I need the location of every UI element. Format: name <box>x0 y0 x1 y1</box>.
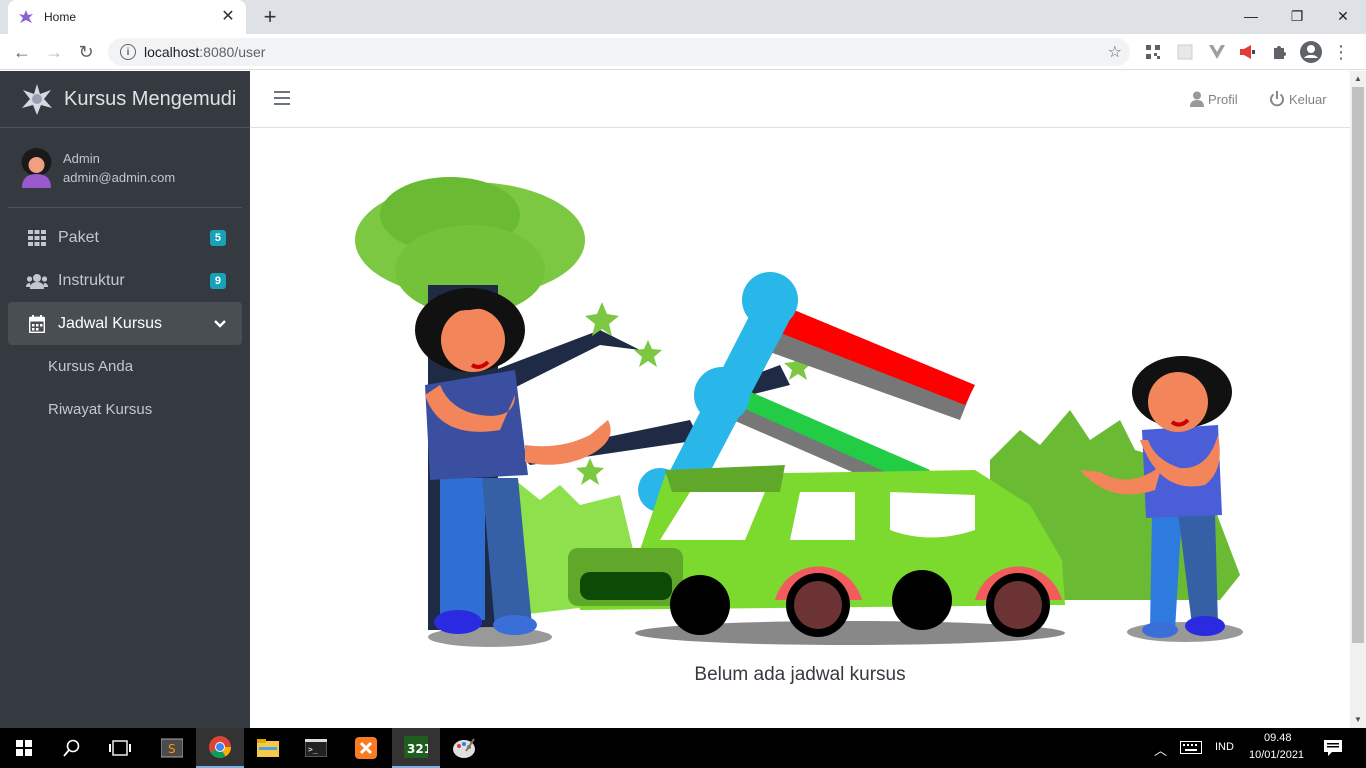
browser-tab-home[interactable]: Home ✕ <box>8 0 246 34</box>
show-hidden-icons-icon[interactable]: ︿ <box>1154 740 1167 759</box>
site-info-icon[interactable]: i <box>120 44 136 60</box>
page-scrollbar[interactable]: ▲ ▼ <box>1350 71 1366 728</box>
file-explorer-icon[interactable] <box>244 728 292 768</box>
user-icon <box>1190 91 1204 107</box>
profile-avatar-icon[interactable] <box>1300 41 1322 63</box>
new-tab-button[interactable]: + <box>258 4 282 30</box>
back-button[interactable]: ← <box>10 40 34 64</box>
sidebar-item-instruktur[interactable]: Instruktur 9 <box>8 259 242 302</box>
language-indicator[interactable]: IND <box>1215 741 1234 753</box>
vue-devtools-icon[interactable] <box>1206 41 1228 63</box>
sidebar: Kursus Mengemudi Admin admin@admin.com P… <box>0 71 250 728</box>
bookmark-star-icon[interactable]: ☆ <box>1108 42 1122 62</box>
chevron-down-icon <box>214 317 226 331</box>
profile-link[interactable]: Profil <box>1190 91 1238 107</box>
terminal-icon[interactable]: >_ <box>292 728 340 768</box>
top-navbar: Profil Keluar <box>250 71 1350 128</box>
maximize-button[interactable]: ❐ <box>1274 0 1320 32</box>
close-window-button[interactable]: ✕ <box>1320 0 1366 32</box>
tab-close-icon[interactable]: ✕ <box>220 9 236 25</box>
instruktur-count-badge: 9 <box>209 272 226 289</box>
sidebar-item-label: Instruktur <box>58 271 125 289</box>
scrollbar-thumb[interactable] <box>1352 87 1364 643</box>
menu-toggle-icon[interactable] <box>274 91 290 105</box>
url-host: localhost <box>144 44 200 60</box>
sidebar-item-label: Jadwal Kursus <box>58 314 163 332</box>
url-path: :8080/user <box>199 44 266 60</box>
brand-title: Kursus Mengemudi <box>64 87 237 110</box>
profile-label: Profil <box>1208 91 1238 107</box>
brand-link[interactable]: Kursus Mengemudi <box>0 71 250 128</box>
tab-title: Home <box>44 10 77 24</box>
windows-start-icon[interactable] <box>0 728 48 768</box>
task-view-icon[interactable] <box>96 728 144 768</box>
clock-date[interactable]: 10/01/2021 <box>1249 749 1304 761</box>
forward-button[interactable]: → <box>42 40 66 64</box>
empty-schedule-illustration <box>355 177 1243 647</box>
sidebar-item-paket[interactable]: Paket 5 <box>8 216 242 259</box>
sublime-text-icon[interactable]: S <box>148 728 196 768</box>
sidebar-subitem-kursus-anda[interactable]: Kursus Anda <box>8 345 242 388</box>
power-icon <box>1270 91 1284 107</box>
svg-text:S: S <box>168 742 176 756</box>
user-name[interactable]: Admin <box>63 149 175 168</box>
clock-time[interactable]: 09.48 <box>1264 732 1292 744</box>
extension-box-icon[interactable] <box>1174 41 1196 63</box>
minimize-button[interactable]: — <box>1228 0 1274 32</box>
xampp-icon[interactable] <box>342 728 390 768</box>
users-icon <box>26 271 48 291</box>
sidebar-nav: Paket 5 Instruktur 9 Jadwal Kursus Kursu… <box>0 208 250 431</box>
paint-app-icon[interactable] <box>440 728 488 768</box>
empty-state-message: Belum ada jadwal kursus <box>694 664 906 685</box>
logout-label: Keluar <box>1289 91 1327 107</box>
brand-logo-icon <box>22 84 52 115</box>
svg-text:>_: >_ <box>308 745 318 754</box>
user-email: admin@admin.com <box>63 169 176 185</box>
browser-menu-icon[interactable]: ⋮ <box>1330 41 1352 63</box>
chrome-icon[interactable] <box>196 728 244 768</box>
keyboard-icon[interactable] <box>1180 741 1202 759</box>
scroll-up-icon[interactable]: ▲ <box>1350 71 1366 87</box>
main-content: Belum ada jadwal kursus <box>250 128 1350 728</box>
sidebar-subitem-riwayat-kursus[interactable]: Riwayat Kursus <box>8 388 242 431</box>
qr-code-extension-icon[interactable] <box>1142 41 1164 63</box>
svg-text:321: 321 <box>407 742 428 756</box>
browser-toolbar: ← → ↻ i localhost:8080/user ☆ ⋮ <box>0 34 1366 70</box>
megaphone-extension-icon[interactable] <box>1236 41 1258 63</box>
windows-taskbar: S >_ 321 ︿ IND 09.48 10/01/2021 <box>0 728 1366 768</box>
search-icon[interactable] <box>48 728 96 768</box>
app-favicon-icon <box>18 9 34 25</box>
notifications-icon[interactable] <box>1324 740 1342 761</box>
reload-button[interactable]: ↻ <box>74 40 98 64</box>
user-panel: Admin admin@admin.com <box>8 128 242 208</box>
media-app-icon[interactable]: 321 <box>392 728 440 768</box>
sidebar-item-label: Paket <box>58 228 99 246</box>
calendar-icon <box>26 314 48 334</box>
user-avatar[interactable] <box>20 147 53 188</box>
scroll-down-icon[interactable]: ▼ <box>1350 712 1366 728</box>
logout-link[interactable]: Keluar <box>1269 91 1327 107</box>
paket-count-badge: 5 <box>209 229 226 246</box>
sidebar-item-jadwal-kursus[interactable]: Jadwal Kursus <box>8 302 242 345</box>
extensions-puzzle-icon[interactable] <box>1268 41 1290 63</box>
browser-tab-strip: Home ✕ + — ❐ ✕ <box>0 0 1366 34</box>
address-bar[interactable]: i localhost:8080/user ☆ <box>108 38 1130 66</box>
grid-icon <box>26 228 48 248</box>
